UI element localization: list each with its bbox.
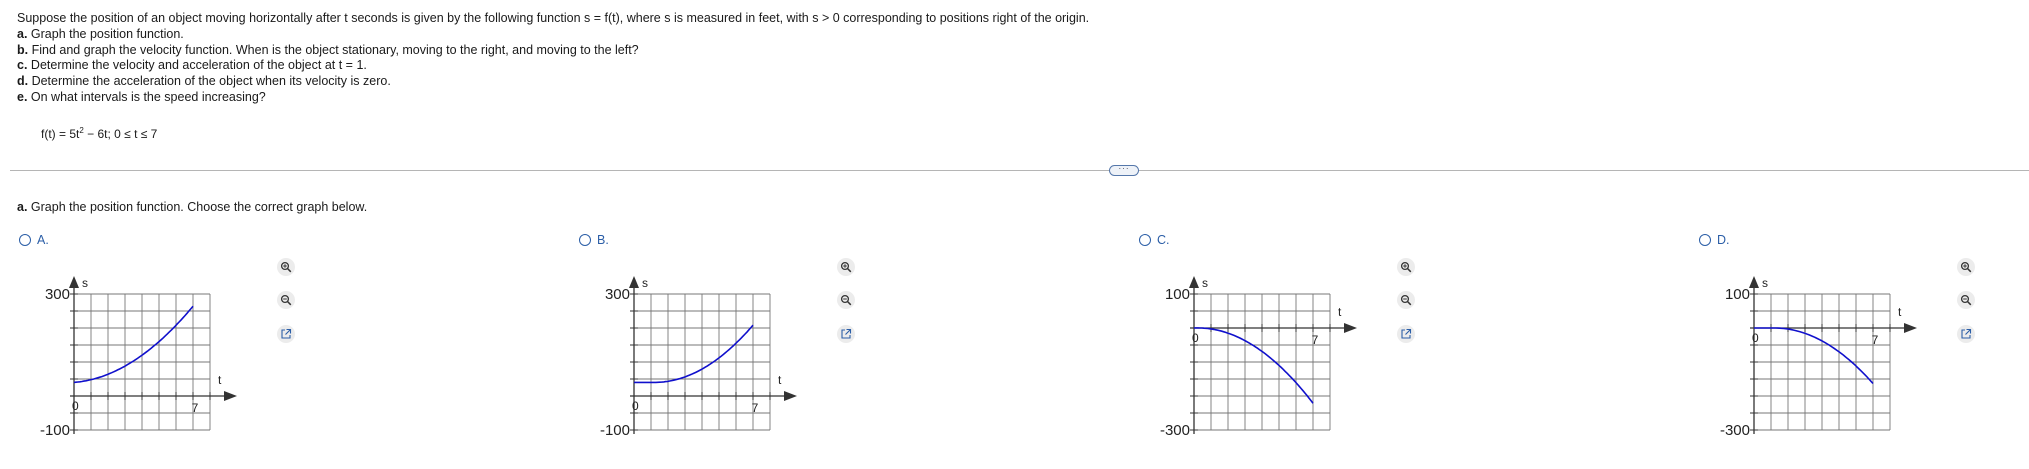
position-curve	[73, 305, 194, 384]
zoom-in-button[interactable]	[277, 258, 295, 276]
x-axis-label: t	[778, 373, 782, 387]
zoom-out-button[interactable]	[837, 291, 855, 309]
problem-part-b: b. Find and graph the velocity function.…	[17, 42, 639, 57]
option-letter: D.	[1717, 233, 1730, 247]
option-letter: B.	[597, 233, 609, 247]
zoom-in-icon	[280, 261, 292, 273]
x-axis-label: t	[218, 373, 222, 387]
x-axis-arrow	[1904, 323, 1917, 333]
y-max-label: 300	[605, 286, 630, 303]
origin-label: 0	[72, 399, 79, 413]
popout-icon	[281, 328, 292, 339]
zoom-out-icon	[1400, 294, 1412, 306]
zoom-in-button[interactable]	[1957, 258, 1975, 276]
grid	[73, 293, 211, 431]
radio-button[interactable]	[19, 234, 31, 246]
y-min-label: -300	[1720, 422, 1750, 439]
zoom-in-icon	[1400, 261, 1412, 273]
graph-option-c: s 100 -300 t 7 0	[1160, 276, 1357, 439]
x-axis-arrow	[1344, 323, 1357, 333]
problem-part-d: d. Determine the acceleration of the obj…	[17, 74, 391, 89]
popout-icon	[1961, 328, 1972, 339]
origin-label: 0	[1192, 331, 1199, 345]
problem-statement: Suppose the position of an object moving…	[17, 11, 1089, 106]
y-axis-arrow	[1749, 276, 1759, 288]
popout-button[interactable]	[1957, 325, 1975, 343]
zoom-in-button[interactable]	[837, 258, 855, 276]
x-tick-label: 7	[1312, 333, 1319, 347]
popout-button[interactable]	[1397, 325, 1415, 343]
x-tick-label: 7	[1872, 333, 1879, 347]
y-axis-arrow	[1189, 276, 1199, 288]
question-a: a. Graph the position function. Choose t…	[17, 200, 368, 214]
origin-label: 0	[1752, 331, 1759, 345]
y-max-label: 100	[1165, 286, 1190, 303]
zoom-out-icon	[840, 294, 852, 306]
popout-button[interactable]	[837, 325, 855, 343]
y-min-label: -300	[1160, 422, 1190, 439]
problem-part-c: c. Determine the velocity and accelerati…	[17, 58, 367, 73]
zoom-out-button[interactable]	[1957, 291, 1975, 309]
x-axis-label: t	[1898, 305, 1902, 319]
position-curve	[1754, 327, 1874, 385]
problem-intro: Suppose the position of an object moving…	[17, 11, 1090, 25]
graph-option-d: s 100 -300 t 7 0	[1720, 276, 1917, 439]
y-axis-arrow	[629, 276, 639, 288]
y-axis-label: s	[82, 276, 88, 290]
zoom-out-icon	[1960, 294, 1972, 306]
divider	[10, 170, 2029, 171]
graph-option-a: s 300 -100 t 7 0	[40, 276, 237, 439]
position-curve	[634, 324, 754, 384]
zoom-in-button[interactable]	[1397, 258, 1415, 276]
grid	[1193, 293, 1331, 431]
y-min-label: -100	[600, 422, 630, 439]
popout-icon	[841, 328, 852, 339]
x-axis-label: t	[1338, 305, 1342, 319]
option-b[interactable]: B.	[579, 233, 609, 247]
zoom-in-icon	[1960, 261, 1972, 273]
radio-button[interactable]	[1139, 234, 1151, 246]
expand-more-button[interactable]: ···	[1109, 165, 1139, 176]
y-max-label: 300	[45, 286, 70, 303]
origin-label: 0	[632, 399, 639, 413]
popout-icon	[1401, 328, 1412, 339]
option-d[interactable]: D.	[1699, 233, 1730, 247]
option-a[interactable]: A.	[19, 233, 49, 247]
radio-button[interactable]	[1699, 234, 1711, 246]
grid	[1753, 293, 1891, 431]
zoom-out-button[interactable]	[1397, 291, 1415, 309]
position-curve	[1193, 327, 1314, 404]
zoom-in-icon	[840, 261, 852, 273]
y-axis-label: s	[642, 276, 648, 290]
x-tick-label: 7	[752, 401, 759, 415]
x-axis-arrow	[224, 391, 237, 401]
zoom-out-icon	[280, 294, 292, 306]
popout-button[interactable]	[277, 325, 295, 343]
problem-part-a: a. Graph the position function.	[17, 26, 184, 41]
option-c[interactable]: C.	[1139, 233, 1170, 247]
option-letter: A.	[37, 233, 49, 247]
y-axis-label: s	[1202, 276, 1208, 290]
grid	[633, 293, 771, 431]
x-axis-arrow	[784, 391, 797, 401]
y-max-label: 100	[1725, 286, 1750, 303]
y-axis-arrow	[69, 276, 79, 288]
y-min-label: -100	[40, 422, 70, 439]
option-letter: C.	[1157, 233, 1170, 247]
x-tick-label: 7	[192, 401, 199, 415]
radio-button[interactable]	[579, 234, 591, 246]
y-axis-label: s	[1762, 276, 1768, 290]
problem-part-e: e. On what intervals is the speed increa…	[17, 89, 266, 104]
function-definition: f(t) = 5t2 − 6t; 0 ≤ t ≤ 7	[41, 126, 158, 141]
zoom-out-button[interactable]	[277, 291, 295, 309]
graph-option-b: s 300 -100 t 7 0	[600, 276, 797, 439]
